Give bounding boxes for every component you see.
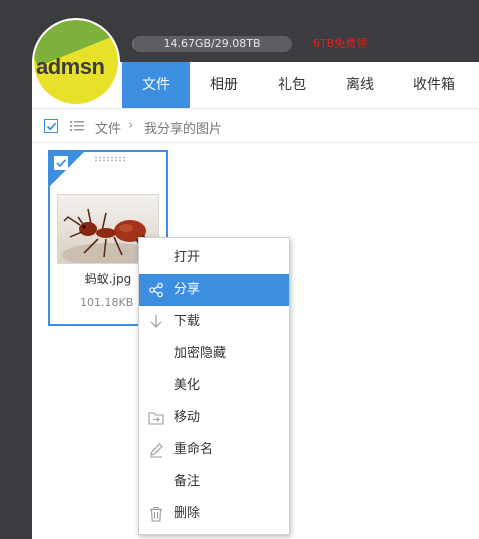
- drag-handle[interactable]: [94, 156, 126, 162]
- pencil-icon: [150, 443, 163, 458]
- file-checkbox[interactable]: [54, 156, 68, 170]
- menu-item-note[interactable]: 备注: [139, 466, 289, 498]
- menu-item-label: 删除: [174, 506, 201, 521]
- storage-usage-bar: 14.67GB/29.08TB: [132, 36, 292, 52]
- tab-inbox[interactable]: 收件箱: [394, 62, 474, 108]
- menu-item-beautify[interactable]: 美化: [139, 370, 289, 402]
- menu-item-label: 加密隐藏: [174, 346, 227, 361]
- menu-item-label: 重命名: [174, 442, 214, 457]
- select-all-checkbox[interactable]: [44, 119, 58, 133]
- breadcrumb-bar: 文件 › 我分享的图片: [32, 109, 479, 143]
- menu-item-download[interactable]: 下载: [139, 306, 289, 338]
- menu-item-delete[interactable]: 删除: [139, 498, 289, 530]
- checkmark-icon: [46, 122, 57, 131]
- tab-files[interactable]: 文件: [122, 62, 190, 108]
- menu-item-move[interactable]: 移动: [139, 402, 289, 434]
- menu-item-encrypt-hide[interactable]: 加密隐藏: [139, 338, 289, 370]
- menu-item-label: 移动: [174, 410, 201, 425]
- folder-move-icon: [148, 412, 164, 425]
- breadcrumb-separator: ›: [128, 118, 134, 133]
- checkmark-icon: [56, 159, 67, 168]
- menu-item-rename[interactable]: 重命名: [139, 434, 289, 466]
- tab-offline[interactable]: 离线: [326, 62, 394, 108]
- context-menu: 打开 分享 下载 加密隐藏 美化 移动 重命名 备注 删除: [138, 237, 290, 535]
- storage-usage-text: 14.67GB/29.08TB: [163, 37, 261, 50]
- share-icon: [149, 282, 163, 298]
- avatar-logo: admsn: [34, 20, 118, 104]
- breadcrumb-current: 我分享的图片: [144, 122, 223, 137]
- download-icon: [150, 315, 162, 328]
- promo-link[interactable]: 6TB免费领: [313, 37, 367, 51]
- avatar-logo-text: admsn: [36, 54, 105, 79]
- menu-item-label: 美化: [174, 378, 201, 393]
- trash-icon: [150, 506, 162, 522]
- list-view-icon[interactable]: [70, 120, 84, 132]
- avatar[interactable]: admsn: [32, 18, 120, 106]
- menu-item-open[interactable]: 打开: [139, 242, 289, 274]
- menu-item-label: 分享: [174, 282, 201, 297]
- menu-item-label: 打开: [174, 250, 201, 265]
- menu-item-share[interactable]: 分享: [139, 274, 289, 306]
- breadcrumb-root[interactable]: 文件: [95, 118, 121, 137]
- tab-gifts[interactable]: 礼包: [258, 62, 326, 108]
- menu-item-label: 下载: [174, 314, 201, 329]
- tab-albums[interactable]: 相册: [190, 62, 258, 108]
- menu-item-label: 备注: [174, 474, 201, 489]
